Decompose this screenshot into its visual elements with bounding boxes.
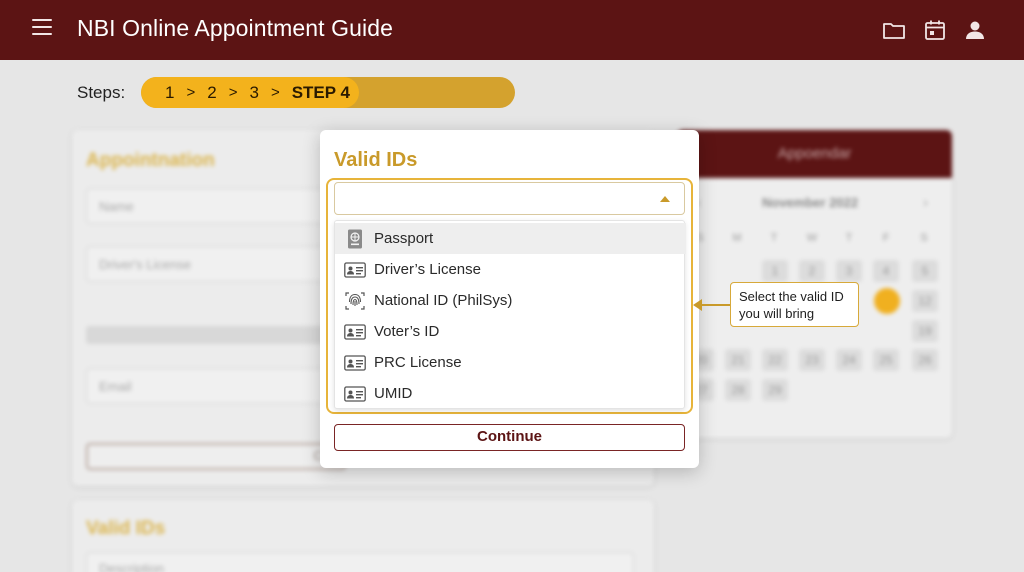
valid-id-select[interactable] xyxy=(334,182,685,215)
step-current: STEP 4 xyxy=(291,82,350,102)
form-heading: Appointnation xyxy=(86,150,215,171)
calendar-next-icon: › xyxy=(923,194,928,211)
weekday-label: M xyxy=(732,232,742,244)
instruction-callout: Select the valid ID you will bring xyxy=(730,282,859,327)
fingerprint-icon xyxy=(344,291,366,311)
calendar-day: 1 xyxy=(762,260,788,282)
weekday-label: T xyxy=(770,232,778,244)
option-label: Driver’s License xyxy=(374,261,481,278)
calendar-day: 22 xyxy=(762,349,788,371)
app-title: NBI Online Appointment Guide xyxy=(77,15,394,41)
app-header: NBI Online Appointment Guide xyxy=(0,0,1024,60)
background-continue-button: Co xyxy=(86,443,346,470)
calendar-day: 3 xyxy=(836,260,862,282)
option-umid[interactable]: UMID xyxy=(335,378,686,409)
id-card-icon xyxy=(344,353,366,373)
calendar-day: 4 xyxy=(873,260,899,282)
calendar-day: 21 xyxy=(725,349,751,371)
modal-title: Valid IDs xyxy=(334,149,418,171)
calendar-month: November 2022 xyxy=(762,195,859,210)
option-national-id[interactable]: National ID (PhilSys) xyxy=(335,285,686,316)
continue-button[interactable]: Continue xyxy=(334,424,685,451)
selected-day xyxy=(874,288,900,314)
description-field: Description xyxy=(86,552,634,572)
option-label: Voter’s ID xyxy=(374,323,440,340)
step-1[interactable]: 1 xyxy=(165,83,174,103)
callout-line-1: Select the valid ID xyxy=(739,289,844,304)
calendar-header: Appoendar xyxy=(677,130,952,178)
valid-ids-modal: Valid IDs Passport Driver’s License Nati… xyxy=(320,130,699,468)
calendar-day: 25 xyxy=(873,349,899,371)
user-icon[interactable] xyxy=(963,18,987,42)
weekday-label: F xyxy=(882,232,890,244)
menu-icon[interactable] xyxy=(32,19,52,37)
calendar-day: 29 xyxy=(762,379,788,401)
email-field: Email xyxy=(86,368,346,404)
caret-up-icon xyxy=(660,196,670,202)
step-progress: 1 > 2 > 3 > STEP 4 xyxy=(141,77,515,108)
name-field: Name xyxy=(86,188,346,224)
chevron-right-icon: > xyxy=(270,84,280,101)
weekday-label: W xyxy=(806,232,818,244)
chevron-right-icon: > xyxy=(228,84,238,101)
calendar-day: 12 xyxy=(912,290,938,312)
calendar-icon[interactable] xyxy=(923,18,947,42)
weekday-label: T xyxy=(845,232,853,244)
option-voters-id[interactable]: Voter’s ID xyxy=(335,316,686,347)
passport-icon xyxy=(344,229,366,249)
step-3[interactable]: 3 xyxy=(249,83,258,103)
calendar-day: 5 xyxy=(912,260,938,282)
license-field: Driver's License xyxy=(86,246,346,282)
step-2[interactable]: 2 xyxy=(207,83,216,103)
option-drivers-license[interactable]: Driver’s License xyxy=(335,254,686,285)
calendar-day: 24 xyxy=(836,349,862,371)
id-card-icon xyxy=(344,384,366,404)
id-card-icon xyxy=(344,322,366,342)
id-card-icon xyxy=(344,260,366,280)
divider-bar xyxy=(86,326,346,344)
option-prc-license[interactable]: PRC License xyxy=(335,347,686,378)
chevron-right-icon: > xyxy=(186,84,196,101)
calendar-day: 26 xyxy=(912,349,938,371)
calendar-day: 2 xyxy=(799,260,825,282)
callout-line-2: you will bring xyxy=(739,306,815,321)
valid-ids-heading: Valid IDs xyxy=(86,518,166,539)
arrow-left-icon xyxy=(693,299,702,311)
calendar-day: 23 xyxy=(799,349,825,371)
option-label: PRC License xyxy=(374,354,462,371)
steps-label: Steps: xyxy=(77,83,126,102)
option-label: National ID (PhilSys) xyxy=(374,292,513,309)
valid-ids-card xyxy=(72,500,654,572)
weekday-label: S xyxy=(920,232,928,244)
option-passport[interactable]: Passport xyxy=(335,223,686,254)
calendar-day: 28 xyxy=(725,379,751,401)
step-items: 1 > 2 > 3 > STEP 4 xyxy=(165,77,350,108)
option-label: Passport xyxy=(374,230,434,247)
folder-icon[interactable] xyxy=(882,18,906,42)
valid-id-option-list: Passport Driver’s License National ID (P… xyxy=(334,220,686,409)
calendar-day: 19 xyxy=(912,320,938,342)
option-label: UMID xyxy=(374,385,413,402)
